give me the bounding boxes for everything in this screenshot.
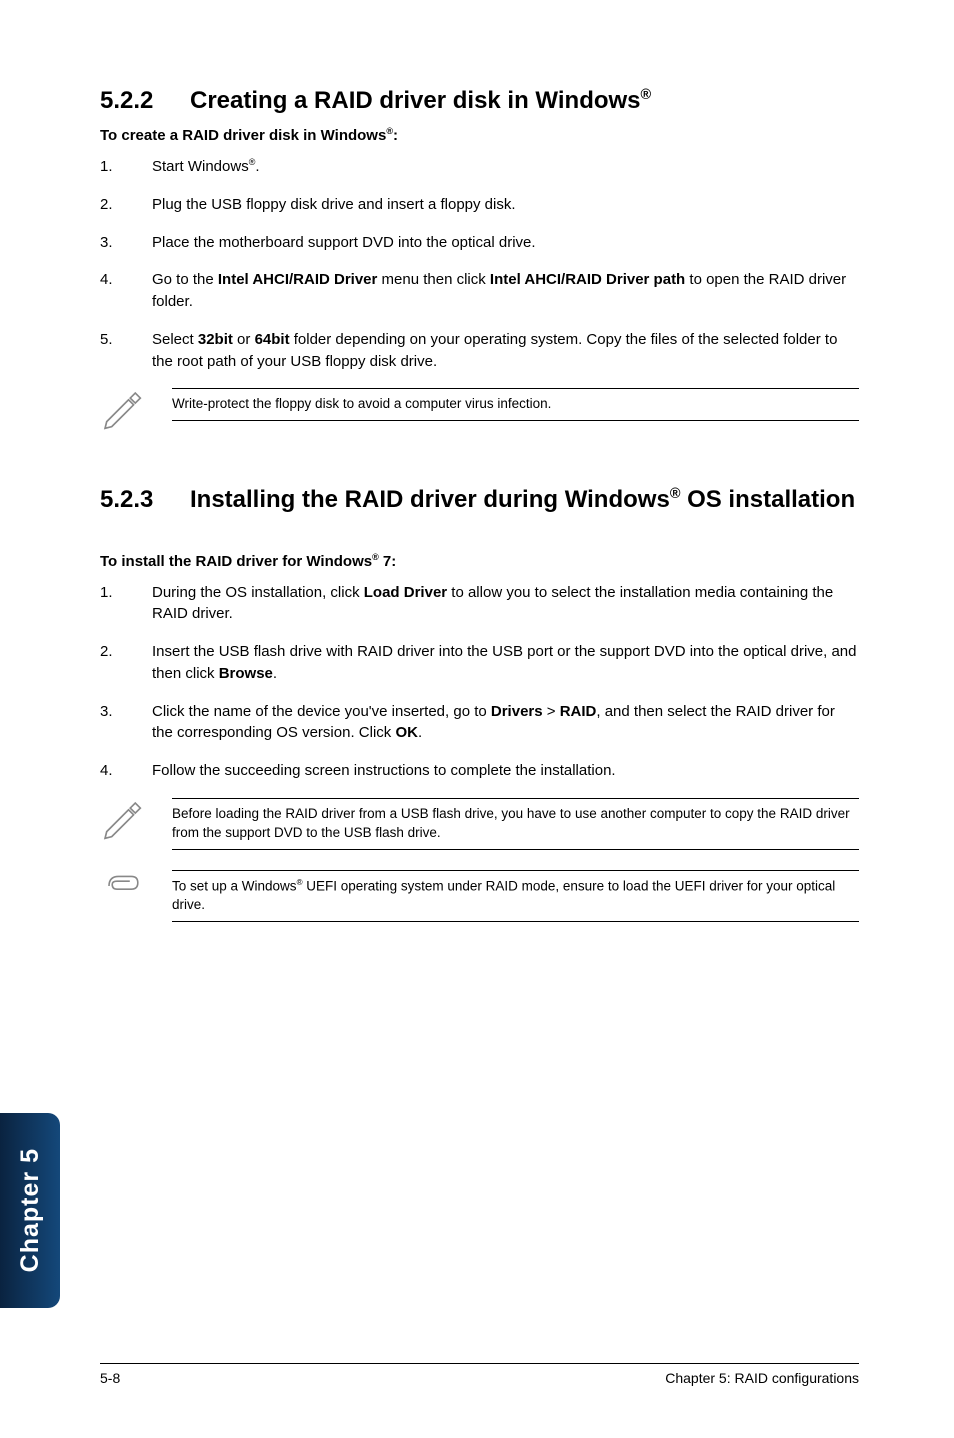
step-number: 4. xyxy=(100,269,152,313)
instruction-lead-523: To install the RAID driver for Windows® … xyxy=(100,552,859,570)
step-row: 2. Plug the USB floppy disk drive and in… xyxy=(100,194,859,216)
note-text: Before loading the RAID driver from a US… xyxy=(172,805,859,843)
step-row: 5. Select 32bit or 64bit folder dependin… xyxy=(100,329,859,373)
section-number: 5.2.2 xyxy=(100,85,190,116)
step-text: Insert the USB flash drive with RAID dri… xyxy=(152,641,859,685)
step-number: 1. xyxy=(100,156,152,178)
section-number: 5.2.3 xyxy=(100,484,190,515)
note-divider xyxy=(172,921,859,922)
step-number: 2. xyxy=(100,641,152,685)
step-number: 3. xyxy=(100,701,152,745)
page-footer: 5-8 Chapter 5: RAID configurations xyxy=(100,1363,859,1386)
step-number: 5. xyxy=(100,329,152,373)
section-heading-522: 5.2.2Creating a RAID driver disk in Wind… xyxy=(100,85,859,116)
step-row: 4. Go to the Intel AHCI/RAID Driver menu… xyxy=(100,269,859,313)
note-divider xyxy=(172,388,859,389)
pencil-icon xyxy=(100,798,172,846)
instruction-lead-522: To create a RAID driver disk in Windows®… xyxy=(100,126,859,144)
note-block: To set up a Windows® UEFI operating syst… xyxy=(100,870,859,922)
step-number: 2. xyxy=(100,194,152,216)
step-row: 1. During the OS installation, click Loa… xyxy=(100,582,859,626)
note-text: To set up a Windows® UEFI operating syst… xyxy=(172,877,859,915)
step-row: 4. Follow the succeeding screen instruct… xyxy=(100,760,859,782)
step-text: During the OS installation, click Load D… xyxy=(152,582,859,626)
step-text: Go to the Intel AHCI/RAID Driver menu th… xyxy=(152,269,859,313)
note-divider xyxy=(172,849,859,850)
step-row: 3. Click the name of the device you've i… xyxy=(100,701,859,745)
step-text: Click the name of the device you've inse… xyxy=(152,701,859,745)
step-text: Start Windows®. xyxy=(152,156,859,178)
step-text: Place the motherboard support DVD into t… xyxy=(152,232,859,254)
page-number: 5-8 xyxy=(100,1370,120,1386)
note-text: Write-protect the floppy disk to avoid a… xyxy=(172,395,859,414)
paperclip-icon xyxy=(100,870,172,908)
step-row: 3. Place the motherboard support DVD int… xyxy=(100,232,859,254)
step-row: 2. Insert the USB flash drive with RAID … xyxy=(100,641,859,685)
note-divider xyxy=(172,870,859,871)
section-title-text: Installing the RAID driver during Window… xyxy=(190,486,855,513)
section-title-text: Creating a RAID driver disk in Windows® xyxy=(190,87,651,114)
pencil-icon xyxy=(100,388,172,436)
section-heading-523: 5.2.3Installing the RAID driver during W… xyxy=(100,484,859,515)
step-text: Select 32bit or 64bit folder depending o… xyxy=(152,329,859,373)
step-number: 4. xyxy=(100,760,152,782)
step-text: Plug the USB floppy disk drive and inser… xyxy=(152,194,859,216)
chapter-side-label: Chapter 5 xyxy=(16,1148,45,1272)
note-divider xyxy=(172,420,859,421)
note-divider xyxy=(172,798,859,799)
step-number: 3. xyxy=(100,232,152,254)
note-block: Write-protect the floppy disk to avoid a… xyxy=(100,388,859,436)
step-text: Follow the succeeding screen instruction… xyxy=(152,760,859,782)
note-block: Before loading the RAID driver from a US… xyxy=(100,798,859,850)
step-number: 1. xyxy=(100,582,152,626)
chapter-label: Chapter 5: RAID configurations xyxy=(665,1370,859,1386)
step-row: 1. Start Windows®. xyxy=(100,156,859,178)
chapter-side-tab: Chapter 5 xyxy=(0,1113,60,1308)
